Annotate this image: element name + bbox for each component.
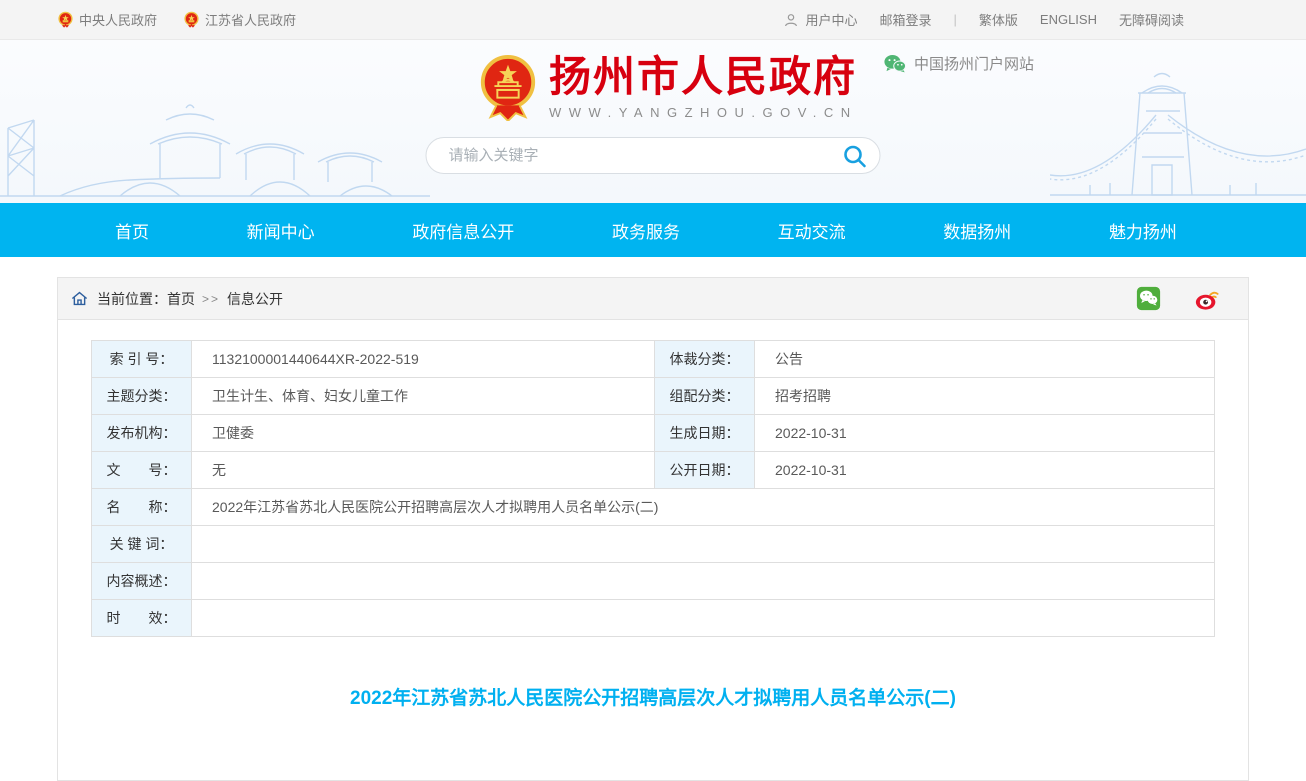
meta-label-name: 名 称：: [92, 489, 192, 526]
meta-value-doc-number: 无: [192, 452, 655, 489]
breadcrumb-home-link[interactable]: 首页: [167, 289, 195, 309]
main-navigation: 首页 新闻中心 政府信息公开 政务服务 互动交流 数据扬州 魅力扬州: [0, 203, 1306, 257]
meta-label-keywords: 关 键 词：: [92, 526, 192, 563]
meta-value-created-date: 2022-10-31: [755, 415, 1215, 452]
nav-item-gov-info[interactable]: 政府信息公开: [402, 218, 524, 243]
meta-value-publisher: 卫健委: [192, 415, 655, 452]
nav-item-charm[interactable]: 魅力扬州: [1099, 218, 1187, 243]
meta-label-summary: 内容概述：: [92, 563, 192, 600]
accessibility-link[interactable]: 无障碍阅读: [1119, 10, 1184, 29]
nav-item-interaction[interactable]: 互动交流: [768, 218, 856, 243]
meta-value-index-number: 1132100001440644XR-2022-519: [192, 341, 655, 378]
meta-value-topic: 卫生计生、体育、妇女儿童工作: [192, 378, 655, 415]
table-row: 索 引 号： 1132100001440644XR-2022-519 体裁分类：…: [92, 341, 1215, 378]
table-row: 文 号： 无 公开日期： 2022-10-31: [92, 452, 1215, 489]
content-container: 当前位置： 首页 >> 信息公开: [57, 277, 1249, 781]
meta-value-summary: [192, 563, 1215, 600]
national-emblem-icon: [183, 11, 200, 28]
banner-left-artwork: [0, 78, 430, 203]
banner-right-artwork: [1050, 53, 1306, 203]
breadcrumb-current-link[interactable]: 信息公开: [227, 289, 283, 309]
user-center-label: 用户中心: [805, 10, 857, 29]
breadcrumb-separator: >>: [202, 292, 220, 306]
meta-value-validity: [192, 600, 1215, 637]
site-header-banner: 扬州市人民政府 WWW.YANGZHOU.GOV.CN 中国扬州门户网站: [0, 40, 1306, 203]
meta-label-group: 组配分类：: [655, 378, 755, 415]
meta-label-doc-number: 文 号：: [92, 452, 192, 489]
topbar-link-label: 中央人民政府: [79, 10, 157, 29]
table-row: 发布机构： 卫健委 生成日期： 2022-10-31: [92, 415, 1215, 452]
table-row: 主题分类： 卫生计生、体育、妇女儿童工作 组配分类： 招考招聘: [92, 378, 1215, 415]
meta-label-publisher: 发布机构：: [92, 415, 192, 452]
article-body: 索 引 号： 1132100001440644XR-2022-519 体裁分类：…: [58, 320, 1248, 780]
meta-value-keywords: [192, 526, 1215, 563]
mail-login-link[interactable]: 邮箱登录: [879, 10, 931, 29]
link-central-government[interactable]: 中央人民政府: [57, 10, 157, 29]
topbar-separator: |: [954, 12, 957, 27]
user-icon: [783, 12, 799, 28]
site-title: 扬州市人民政府: [549, 54, 858, 100]
meta-label-created-date: 生成日期：: [655, 415, 755, 452]
table-row: 关 键 词：: [92, 526, 1215, 563]
user-center-link[interactable]: 用户中心: [783, 10, 857, 29]
national-emblem-icon: [477, 53, 539, 121]
meta-value-genre: 公告: [755, 341, 1215, 378]
table-row: 名 称： 2022年江苏省苏北人民医院公开招聘高层次人才拟聘用人员名单公示(二): [92, 489, 1215, 526]
nav-item-news[interactable]: 新闻中心: [237, 218, 325, 243]
meta-value-group: 招考招聘: [755, 378, 1215, 415]
search-icon: [842, 143, 868, 169]
breadcrumb: 当前位置： 首页 >> 信息公开: [58, 278, 1248, 320]
wechat-icon: [884, 54, 906, 73]
nav-item-home[interactable]: 首页: [105, 218, 159, 243]
link-jiangsu-government[interactable]: 江苏省人民政府: [183, 10, 296, 29]
search-button[interactable]: [840, 141, 870, 171]
search-bar: [426, 137, 881, 174]
site-url: WWW.YANGZHOU.GOV.CN: [549, 105, 858, 120]
weibo-share-icon[interactable]: [1194, 286, 1220, 311]
nav-item-services[interactable]: 政务服务: [602, 218, 690, 243]
portal-site-label: 中国扬州门户网站: [914, 53, 1034, 74]
search-input[interactable]: [447, 146, 840, 165]
top-utility-bar: 中央人民政府 江苏省人民政府 用户中心 邮箱登录 | 繁体版 ENGLISH 无…: [0, 0, 1306, 40]
national-emblem-icon: [57, 11, 74, 28]
nav-item-data[interactable]: 数据扬州: [933, 218, 1021, 243]
wechat-share-icon[interactable]: [1136, 286, 1161, 311]
table-row: 内容概述：: [92, 563, 1215, 600]
meta-value-public-date: 2022-10-31: [755, 452, 1215, 489]
meta-label-public-date: 公开日期：: [655, 452, 755, 489]
english-version-link[interactable]: ENGLISH: [1040, 12, 1097, 27]
traditional-version-link[interactable]: 繁体版: [979, 10, 1018, 29]
meta-label-topic: 主题分类：: [92, 378, 192, 415]
table-row: 时 效：: [92, 600, 1215, 637]
breadcrumb-prefix: 当前位置：: [97, 289, 167, 309]
topbar-link-label: 江苏省人民政府: [205, 10, 296, 29]
meta-value-name: 2022年江苏省苏北人民医院公开招聘高层次人才拟聘用人员名单公示(二): [192, 489, 1215, 526]
meta-label-validity: 时 效：: [92, 600, 192, 637]
portal-site-link[interactable]: 中国扬州门户网站: [884, 53, 1034, 74]
site-logo[interactable]: 扬州市人民政府 WWW.YANGZHOU.GOV.CN: [477, 53, 858, 121]
document-meta-table: 索 引 号： 1132100001440644XR-2022-519 体裁分类：…: [91, 340, 1215, 637]
meta-label-genre: 体裁分类：: [655, 341, 755, 378]
home-icon: [70, 289, 89, 308]
article-title: 2022年江苏省苏北人民医院公开招聘高层次人才拟聘用人员名单公示(二): [91, 683, 1215, 710]
meta-label-index-number: 索 引 号：: [92, 341, 192, 378]
